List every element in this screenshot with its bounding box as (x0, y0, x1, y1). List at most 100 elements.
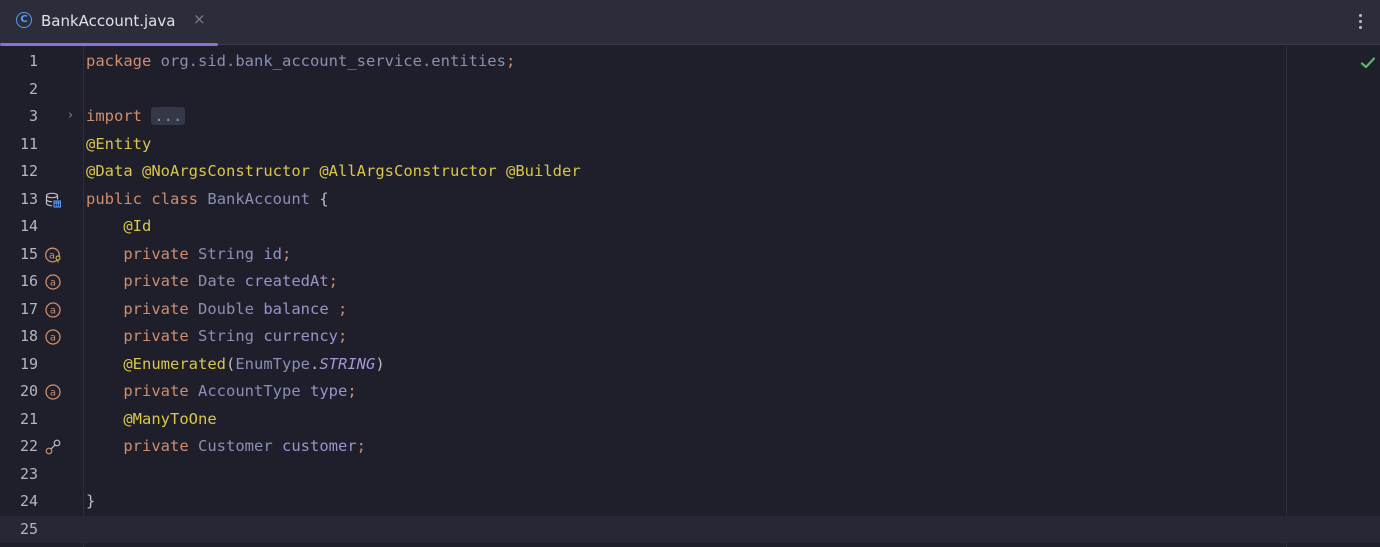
code-text: private String currency; (86, 323, 347, 351)
line-number[interactable]: 1 (0, 48, 38, 76)
code-text: } (86, 488, 95, 516)
code-token: private (123, 437, 189, 455)
code-token: package (86, 52, 152, 70)
code-line[interactable]: 19 @Enumerated(EnumType.STRING) (0, 351, 1380, 379)
line-number[interactable]: 11 (0, 131, 38, 159)
code-line[interactable]: 13 public class BankAccount { (0, 186, 1380, 214)
code-line[interactable]: 22 private Customer customer; (0, 433, 1380, 461)
line-number[interactable]: 21 (0, 406, 38, 434)
code-text: private String id; (86, 241, 291, 269)
svg-text:a: a (49, 250, 55, 261)
code-token: balance (263, 299, 329, 318)
code-token: private (123, 244, 189, 263)
code-line[interactable]: 14 @Id (0, 213, 1380, 241)
code-token: . (309, 354, 320, 373)
line-number[interactable]: 20 (0, 378, 38, 406)
line-number[interactable]: 17 (0, 296, 38, 324)
code-line[interactable]: 15 a private String id; (0, 241, 1380, 269)
code-line[interactable]: 21 @ManyToOne (0, 406, 1380, 434)
code-token: private (123, 327, 189, 345)
code-token: createdAt (244, 272, 329, 290)
code-token: @Id (123, 217, 152, 235)
line-number[interactable]: 14 (0, 213, 38, 241)
column-icon[interactable]: a (45, 301, 61, 318)
code-token: @Enumerated (123, 354, 226, 373)
code-token: ) (375, 354, 385, 373)
code-line[interactable]: 2 (0, 76, 1380, 104)
column-icon[interactable]: a (45, 329, 61, 345)
line-number[interactable]: 22 (0, 433, 38, 461)
code-token: String (198, 244, 254, 263)
code-token: ; (356, 437, 366, 455)
code-text: private Customer customer; (86, 433, 366, 461)
code-line[interactable]: 1 package org.sid.bank_account_service.en… (0, 48, 1380, 76)
tab-bankaccount-java[interactable]: C BankAccount.java × (0, 0, 218, 46)
code-line[interactable]: 12 @Data @NoArgsConstructor @AllArgsConst… (0, 158, 1380, 186)
line-number[interactable]: 3 (0, 103, 38, 131)
line-number[interactable]: 12 (0, 158, 38, 186)
database-icon[interactable] (45, 192, 62, 208)
line-number[interactable]: 15 (0, 241, 38, 269)
code-token: @NoArgsConstructor (142, 162, 310, 180)
code-token: ; (338, 327, 348, 345)
code-line[interactable]: 20 a private AccountType type; (0, 378, 1380, 406)
code-token: ; (328, 272, 339, 290)
line-number[interactable]: 24 (0, 488, 38, 516)
tab-label: BankAccount.java (41, 12, 176, 30)
code-text: @ManyToOne (86, 406, 216, 434)
column-icon[interactable]: a (45, 384, 61, 400)
close-icon[interactable]: × (193, 10, 206, 28)
line-number[interactable]: 13 (0, 186, 38, 214)
more-options-icon[interactable] (1350, 8, 1370, 34)
code-text: @Id (86, 213, 151, 241)
id-column-icon[interactable]: a (45, 247, 61, 263)
relation-icon[interactable] (45, 439, 61, 455)
code-token: Date (198, 272, 236, 290)
code-token: org.sid.bank_account_service.entities (160, 52, 506, 70)
line-number[interactable]: 2 (0, 76, 38, 104)
code-line[interactable]: 23 (0, 461, 1380, 489)
line-number[interactable]: 19 (0, 351, 38, 379)
column-icon[interactable]: a (45, 274, 61, 290)
code-line[interactable]: 11 @Entity (0, 131, 1380, 159)
code-text: @Entity (86, 131, 151, 159)
code-line[interactable]: 25 (0, 515, 1380, 544)
code-token: } (86, 492, 96, 510)
code-line[interactable]: 17 a private Double balance ; (0, 296, 1380, 324)
code-token: id (263, 244, 283, 263)
code-editor[interactable]: 1 package org.sid.bank_account_service.en… (0, 46, 1380, 547)
code-token: private (123, 272, 189, 290)
line-number[interactable]: 25 (0, 516, 38, 544)
line-number[interactable]: 23 (0, 461, 38, 489)
code-token: currency (263, 327, 338, 345)
fold-chevron-icon[interactable]: › (68, 108, 73, 123)
folded-imports-placeholder[interactable]: ... (151, 107, 186, 125)
code-text: private Double balance ; (86, 296, 347, 324)
code-token: @Data (86, 162, 133, 180)
code-token: ( (225, 354, 236, 373)
code-line[interactable]: 3 › import ... (0, 103, 1380, 131)
code-line[interactable]: 16 a private Date createdAt; (0, 268, 1380, 296)
code-token: class (151, 189, 199, 208)
line-number[interactable]: 16 (0, 268, 38, 296)
code-line[interactable]: 18 a private String currency; (0, 323, 1380, 351)
line-number[interactable]: 18 (0, 323, 38, 351)
code-line[interactable]: 24} (0, 488, 1380, 516)
code-text: @Data @NoArgsConstructor @AllArgsConstru… (86, 158, 581, 186)
